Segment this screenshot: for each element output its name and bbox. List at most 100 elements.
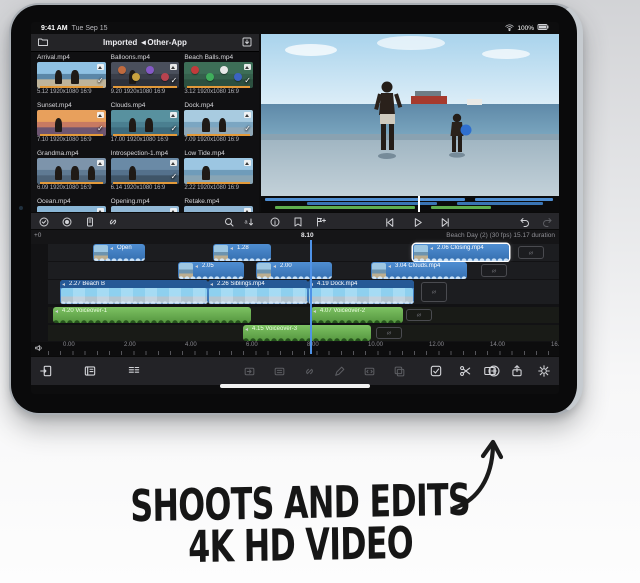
time-ruler[interactable]: 0.002.004.006.008.0010.0012.0014.0016.00 [48,342,559,355]
home-indicator[interactable] [220,384,370,388]
library-clip[interactable]: Sunset.mp4✓7.10 1920x1080 16:9 [37,102,106,146]
library-clip[interactable]: Beach Balls.mp4✓3.12 1920x1080 16:9 [184,54,253,98]
meter-scale-label: +0 [34,232,41,239]
poster-icon[interactable] [292,216,304,228]
dual-display-icon[interactable] [483,364,497,378]
speaker-icon[interactable] [34,343,44,353]
ruler-label: 6.00 [246,342,258,348]
timeline-clip[interactable]: 4.19 Dock.mp4 [308,280,414,304]
ipad-device: 9:41 AMTue Sep 15 100% Imported ◄Other-A… [9,3,583,415]
audio-waveform [243,332,371,341]
edit-icon[interactable] [333,365,346,378]
insert-icon[interactable] [243,365,256,378]
library-clip[interactable]: Clouds.mp4 ✓ 17.00 1920x1080 16:9 [111,102,180,146]
person-silhouette [219,118,227,132]
skip-back-icon[interactable] [383,216,396,229]
library-clip[interactable]: Opening.mp4 [111,198,180,212]
empty-clip-slot[interactable] [406,309,432,321]
library-clip[interactable]: Ocean.mp4 [37,198,106,212]
library-clip[interactable]: Balloons.mp4✓9.20 1920x1080 16:9 [111,54,180,98]
ruler-label: 12.00 [429,342,444,348]
empty-clip-slot[interactable] [518,246,544,259]
track-list-icon[interactable] [127,364,141,378]
split-icon[interactable] [458,364,472,378]
clip-thumbnail: ✓ [37,110,106,136]
timeline-clip[interactable]: 4.07 Voiceover-2 [311,307,403,323]
selected-check-icon: ✓ [244,77,251,85]
playhead[interactable] [310,240,312,354]
library-title[interactable]: Imported ◄Other-App [53,38,237,47]
timeline-clip[interactable]: 4.20 Voiceover-1 [53,307,251,323]
library-clip[interactable]: Grandma.mp46.09 1920x1080 16:9 [37,150,106,194]
settings-icon[interactable] [537,364,551,378]
timeline-clip[interactable]: 2.06 Closing.mp4 [413,244,509,261]
overwrite-icon[interactable] [273,365,286,378]
clip-thumbnail: ✓ [184,62,253,88]
record-icon[interactable] [61,216,73,228]
clip-meta: 17.00 1920x1080 16:9 [111,136,180,144]
clip-list-icon[interactable] [83,364,97,378]
sort-icon[interactable]: a [243,216,255,228]
date: Tue Sep 15 [72,25,108,32]
link-icon[interactable] [107,216,119,228]
select-mode-icon[interactable] [429,364,443,378]
skip-forward-icon[interactable] [439,216,452,229]
clip-name: Low Tide.mp4 [184,150,253,158]
empty-clip-slot[interactable] [376,327,402,339]
timeline-clip[interactable]: 2.26 Siblings.mp4 [208,280,308,304]
undo-icon[interactable] [519,216,531,228]
ruler-ticks [48,351,559,355]
library-clip[interactable]: Low Tide.mp42.22 1920x1080 16:9 [184,150,253,194]
timeline-clip[interactable]: 4.15 Voiceover-3 [243,325,371,341]
link-clips-icon[interactable] [303,365,316,378]
import-icon[interactable] [241,36,253,48]
duplicate-icon[interactable] [393,365,406,378]
timeline-clip[interactable]: 3.04 Clouds.mp4 [371,262,467,279]
multiselect-icon[interactable] [38,216,50,228]
overview-bar [457,202,543,205]
page: 9:41 AMTue Sep 15 100% Imported ◄Other-A… [0,0,640,583]
empty-clip-slot[interactable] [421,282,447,302]
share-icon[interactable] [510,364,524,378]
beach-ball [234,73,242,81]
info-icon[interactable] [269,216,281,228]
folder-icon[interactable] [37,36,49,48]
timeline-clip[interactable]: 2.05 [178,262,244,279]
search-icon[interactable] [223,216,235,228]
project-info: Beach Day (2) (30 fps) 15.17 duration [446,232,555,239]
clip-label: 1.28 [230,245,269,251]
timeline-clip[interactable]: 2.00 [256,262,332,279]
selected-check-icon: ✓ [171,125,178,133]
ruler-label: 16.00 [551,342,559,348]
empty-clip-slot[interactable] [481,264,507,277]
timeline-clip[interactable]: 1.28 [213,244,271,261]
library-clip[interactable]: Dock.mp4✓7.09 1920x1080 16:9 [184,102,253,146]
replace-icon[interactable] [363,365,376,378]
play-icon[interactable] [411,216,424,229]
clip-label: 4.20 Voiceover-1 [55,308,249,314]
timeline-clip[interactable]: Open [93,244,145,261]
link-clips-icon [527,249,535,257]
timeline-clip[interactable]: 2.27 Beach B [60,280,208,304]
link-clips-icon [415,311,423,319]
add-marker-icon[interactable] [315,216,327,228]
link-clips-icon [490,267,498,275]
clip-name: Balloons.mp4 [111,54,180,62]
library-clip[interactable]: Retake.mp4 [184,198,253,212]
overview-playhead[interactable] [418,196,420,212]
selected-check-icon: ✓ [97,125,104,133]
clip-name: Ocean.mp4 [37,198,106,206]
clip-thumbnail: ✓ [184,110,253,136]
redo-icon[interactable] [541,216,553,228]
video-preview[interactable] [261,34,559,196]
timeline-overview[interactable] [261,196,559,212]
clip-name: Clouds.mp4 [111,102,180,110]
speaker-small-icon [313,309,318,314]
clip-name: Opening.mp4 [111,198,180,206]
clip-thumbnail: ✓ [111,110,180,136]
timeline-tracks[interactable]: Open 1.28 2.06 Closing.mp4 2.05 2.00 3.04 Clo… [31,244,559,342]
library-clip[interactable]: Arrival.mp4✓5.12 1920x1080 16:9 [37,54,106,98]
add-to-timeline-icon[interactable] [39,364,53,378]
library-clip[interactable]: Introspection-1.mp4✓6.14 1920x1080 16:9 [111,150,180,194]
files-icon[interactable] [84,216,96,228]
